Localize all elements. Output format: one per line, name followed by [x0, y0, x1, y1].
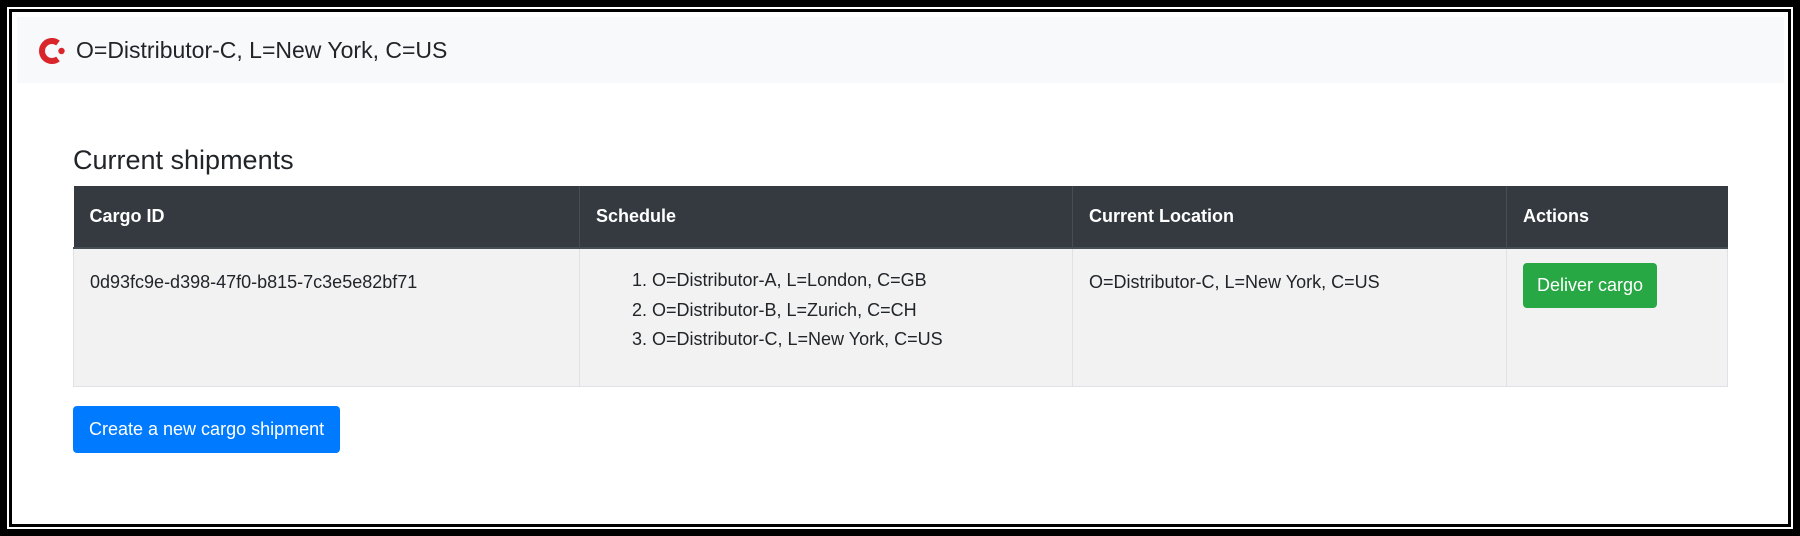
column-header-schedule: Schedule	[579, 186, 1073, 249]
schedule-list: O=Distributor-A, L=London, C=GB O=Distri…	[596, 266, 1056, 355]
schedule-item: O=Distributor-C, L=New York, C=US	[652, 325, 1056, 355]
actions-cell: Deliver cargo	[1506, 247, 1728, 387]
table-row: 0d93fc9e-d398-47f0-b815-7c3e5e82bf71 O=D…	[73, 247, 1728, 387]
table-header-row: Cargo ID Schedule Current Location Actio…	[73, 186, 1728, 249]
column-header-cargo-id: Cargo ID	[73, 186, 580, 249]
navbar-title[interactable]: O=Distributor-C, L=New York, C=US	[76, 35, 447, 65]
create-cargo-shipment-button[interactable]: Create a new cargo shipment	[73, 406, 341, 453]
schedule-item: O=Distributor-A, L=London, C=GB	[652, 266, 1056, 296]
column-header-current-location: Current Location	[1072, 186, 1507, 249]
navbar: O=Distributor-C, L=New York, C=US	[17, 17, 1784, 83]
current-location-cell: O=Distributor-C, L=New York, C=US	[1072, 247, 1507, 387]
deliver-cargo-button[interactable]: Deliver cargo	[1523, 263, 1658, 308]
cargo-id-cell: 0d93fc9e-d398-47f0-b815-7c3e5e82bf71	[73, 247, 580, 387]
corda-logo-icon[interactable]	[39, 37, 67, 65]
column-header-actions: Actions	[1506, 186, 1728, 249]
schedule-cell: O=Distributor-A, L=London, C=GB O=Distri…	[579, 247, 1073, 387]
shipments-table: Cargo ID Schedule Current Location Actio…	[73, 186, 1728, 387]
page-title: Current shipments	[73, 145, 294, 175]
schedule-item: O=Distributor-B, L=Zurich, C=CH	[652, 296, 1056, 326]
